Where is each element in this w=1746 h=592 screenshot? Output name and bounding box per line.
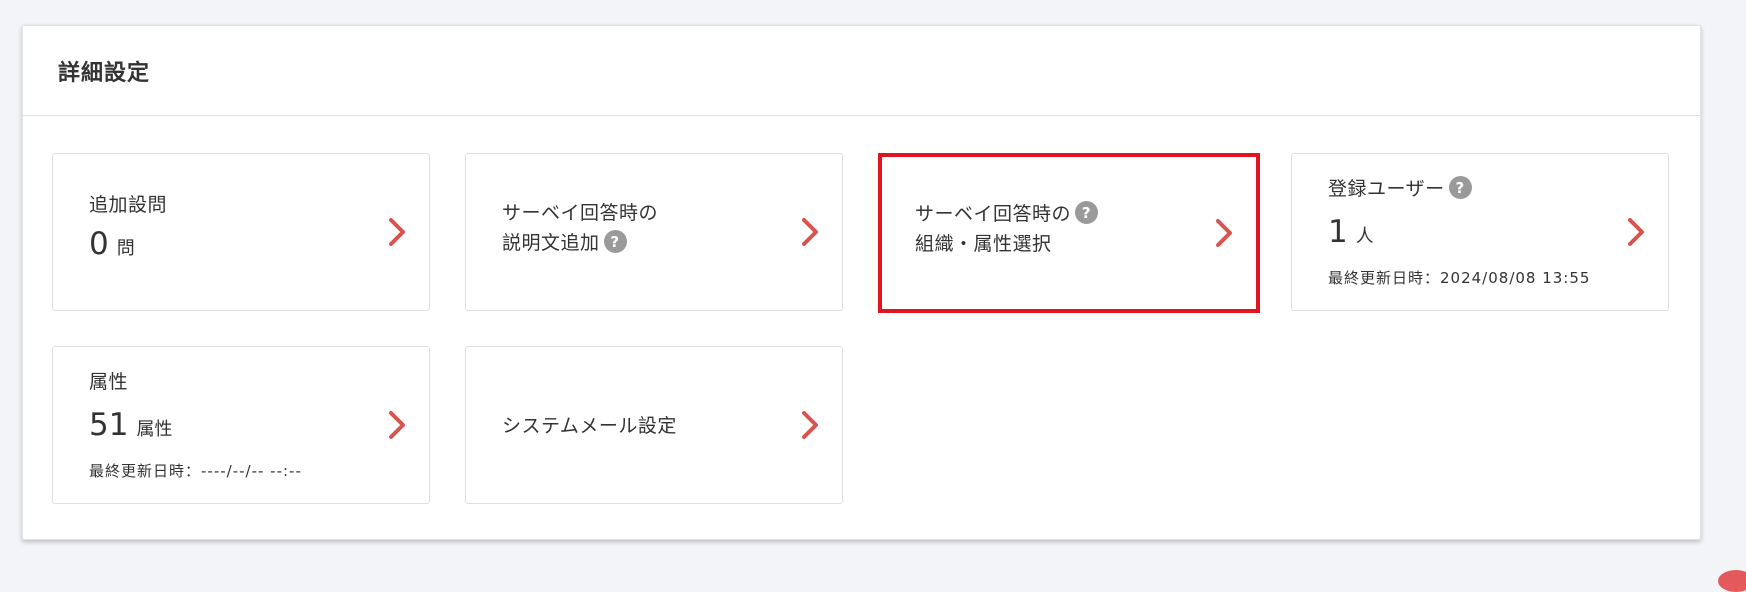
additional-questions-card[interactable]: 追加設問 0 問 — [52, 153, 430, 311]
chevron-right-icon — [387, 216, 407, 248]
attributes-title: 属性 — [89, 367, 128, 394]
attributes-unit: 属性 — [136, 415, 172, 441]
registered-users-value: 1 — [1328, 214, 1348, 250]
attributes-value: 51 — [89, 407, 128, 443]
org-select-line1-row: サーベイ回答時の? — [915, 199, 1098, 229]
attributes-updated: 最終更新日時：----/--/-- --:-- — [89, 460, 302, 481]
registered-users-title-row: 登録ユーザー? — [1328, 174, 1472, 201]
help-icon[interactable]: ? — [1075, 201, 1098, 224]
registered-users-count: 1 人 — [1328, 214, 1374, 250]
description-line2: 説明文追加 — [502, 232, 600, 254]
attributes-count: 51 属性 — [89, 407, 172, 443]
detail-settings-panel: 詳細設定 追加設問 0 問 サーベイ回答時の 説明文追加? サーベイ回答時の? … — [22, 25, 1701, 540]
description-card-label: サーベイ回答時の 説明文追加? — [502, 198, 658, 258]
description-line1: サーベイ回答時の — [502, 198, 658, 228]
org-select-line1: サーベイ回答時の — [915, 203, 1071, 225]
org-select-line2: 組織・属性選択 — [915, 229, 1098, 259]
floating-action-button[interactable] — [1718, 570, 1746, 592]
description-line2-row: 説明文追加? — [502, 228, 658, 258]
additional-questions-count: 0 問 — [89, 226, 135, 262]
chevron-right-icon — [800, 409, 820, 441]
attributes-card[interactable]: 属性 51 属性 最終更新日時：----/--/-- --:-- — [52, 346, 430, 504]
additional-questions-value: 0 — [89, 226, 109, 262]
registered-users-card[interactable]: 登録ユーザー? 1 人 最終更新日時：2024/08/08 13:55 — [1291, 153, 1669, 311]
registered-users-title: 登録ユーザー — [1328, 178, 1445, 200]
system-mail-title: システムメール設定 — [502, 411, 677, 438]
registered-users-unit: 人 — [1356, 222, 1374, 248]
chevron-right-icon — [1626, 216, 1646, 248]
help-icon[interactable]: ? — [1449, 176, 1472, 199]
panel-header: 詳細設定 — [23, 26, 1700, 116]
panel-title: 詳細設定 — [58, 55, 150, 87]
additional-questions-title: 追加設問 — [89, 190, 167, 217]
chevron-right-icon — [387, 409, 407, 441]
system-mail-settings-card[interactable]: システムメール設定 — [465, 346, 843, 504]
description-card[interactable]: サーベイ回答時の 説明文追加? — [465, 153, 843, 311]
registered-users-updated: 最終更新日時：2024/08/08 13:55 — [1328, 267, 1590, 288]
chevron-right-icon — [1214, 217, 1234, 249]
additional-questions-unit: 問 — [117, 234, 135, 260]
chevron-right-icon — [800, 216, 820, 248]
help-icon[interactable]: ? — [604, 230, 627, 253]
org-select-card-label: サーベイ回答時の? 組織・属性選択 — [915, 199, 1098, 259]
org-attribute-select-card[interactable]: サーベイ回答時の? 組織・属性選択 — [878, 153, 1260, 313]
